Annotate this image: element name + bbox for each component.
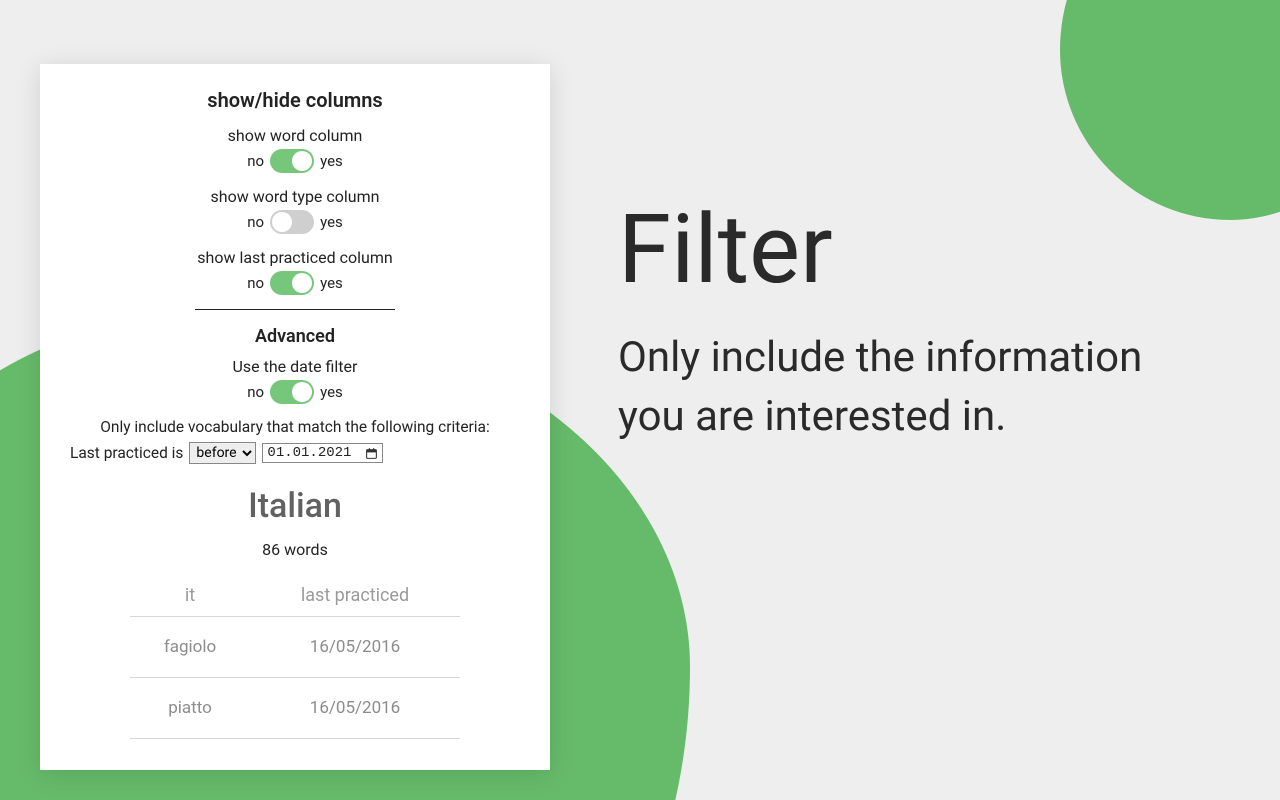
toggle-row-date-filter: Use the date filter no yes [70,357,520,404]
toggle-no-label: no [247,274,264,292]
section-divider [195,309,395,310]
toggle-yes-label: yes [320,383,343,401]
table-cell-date: 16/05/2016 [250,698,460,718]
criteria-description: Only include vocabulary that match the f… [70,418,520,436]
toggle-no-label: no [247,383,264,401]
table-header-word: it [130,585,250,606]
table-cell-date: 16/05/2016 [250,637,460,657]
decorative-blob-top-right [1060,0,1280,220]
toggle-date-filter[interactable] [270,380,314,404]
columns-section-title: show/hide columns [70,88,520,112]
criteria-prefix: Last practiced is [70,444,183,462]
comparator-select[interactable]: before [189,442,256,464]
table-cell-word: fagiolo [130,637,250,657]
table-header-date: last practiced [250,585,460,606]
advanced-section-title: Advanced [70,326,520,347]
toggle-label: show word column [70,126,520,145]
date-input[interactable]: 01.01.2021 [262,443,383,463]
toggle-yes-label: yes [320,152,343,170]
table-row: fagiolo 16/05/2016 [130,617,460,678]
results-table: it last practiced fagiolo 16/05/2016 pia… [130,577,460,739]
toggle-yes-label: yes [320,274,343,292]
toggle-yes-label: yes [320,213,343,231]
toggle-label: show last practiced column [70,248,520,267]
toggle-row-last-practiced-column: show last practiced column no yes [70,248,520,295]
date-input-value: 01.01.2021 [267,445,351,461]
toggle-row-word-column: show word column no yes [70,126,520,173]
toggle-label: show word type column [70,187,520,206]
table-header-row: it last practiced [130,577,460,617]
toggle-word-type-column[interactable] [270,210,314,234]
word-count: 86 words [70,540,520,559]
toggle-label: Use the date filter [70,357,520,376]
table-cell-word: piatto [130,698,250,718]
marketing-heading: Filter [618,200,1198,301]
calendar-icon [365,447,378,460]
marketing-copy: Filter Only include the information you … [618,200,1198,446]
toggle-no-label: no [247,213,264,231]
filter-panel: show/hide columns show word column no ye… [40,64,550,770]
table-row: piatto 16/05/2016 [130,678,460,739]
toggle-word-column[interactable] [270,149,314,173]
marketing-subheading: Only include the information you are int… [618,329,1198,447]
toggle-no-label: no [247,152,264,170]
language-heading: Italian [70,486,520,526]
toggle-last-practiced-column[interactable] [270,271,314,295]
toggle-row-word-type-column: show word type column no yes [70,187,520,234]
criteria-row: Last practiced is before 01.01.2021 [70,442,520,464]
